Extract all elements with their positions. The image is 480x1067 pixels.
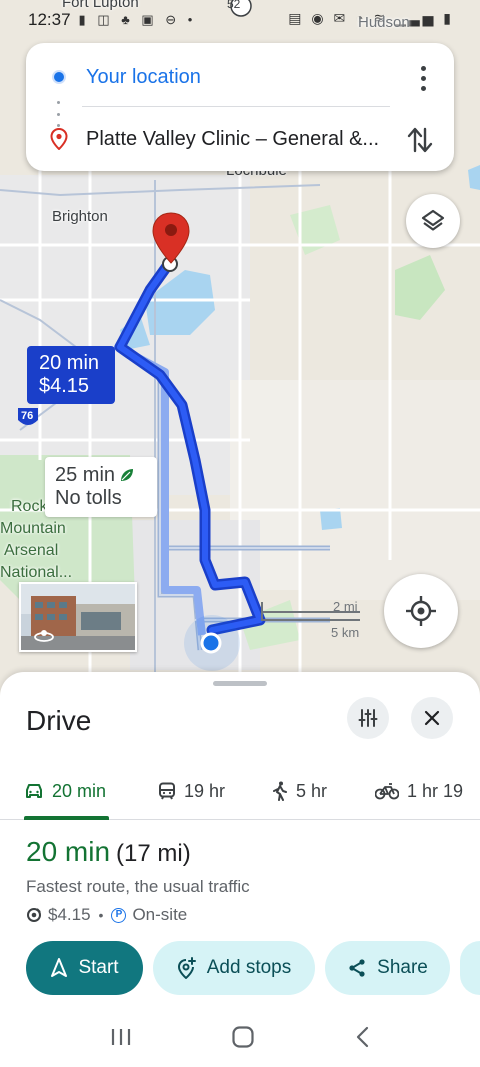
more-dot bbox=[420, 65, 426, 71]
car-icon bbox=[26, 784, 42, 798]
swap-icon[interactable] bbox=[406, 125, 434, 155]
parking-icon: P bbox=[111, 907, 127, 923]
tab-transit-label: 19 hr bbox=[184, 780, 226, 801]
street-view-thumbnail[interactable] bbox=[19, 582, 137, 652]
primary-route-callout[interactable]: 20 min $4.15 bbox=[27, 346, 115, 404]
primary-route-time: 20 min bbox=[39, 352, 100, 374]
status-time: 12:37 bbox=[28, 10, 71, 29]
map-label-brighton: Brighton bbox=[52, 208, 108, 225]
map-label-highway-52: 52 bbox=[227, 0, 241, 11]
primary-route-cost: $4.15 bbox=[39, 375, 90, 397]
share-label: Share bbox=[377, 957, 428, 978]
destination-row[interactable]: Platte Valley Clinic – General &... bbox=[26, 119, 454, 159]
sliders-icon bbox=[358, 709, 378, 727]
alternate-route-time: 25 min bbox=[55, 464, 116, 486]
more-options-button[interactable] bbox=[410, 63, 436, 93]
alternate-route-note: No tolls bbox=[55, 487, 122, 509]
destination-marker-icon bbox=[50, 128, 68, 150]
route-distance: (17 mi) bbox=[116, 840, 191, 867]
alternate-route-callout[interactable]: 25 min No tolls bbox=[45, 457, 157, 517]
start-label: Start bbox=[78, 957, 119, 978]
map-label-fort-lupton: Fort Lupton bbox=[62, 0, 139, 11]
active-tab-indicator bbox=[24, 816, 109, 820]
layers-button[interactable] bbox=[406, 194, 460, 248]
walk-icon bbox=[273, 781, 287, 801]
route-summary[interactable]: 20 min (17 mi) bbox=[26, 836, 191, 868]
map-label-hudson: Hudson bbox=[358, 14, 410, 31]
share-icon bbox=[349, 959, 365, 977]
map-label-highway-76: 76 bbox=[21, 410, 34, 422]
destination-pin-icon[interactable] bbox=[152, 212, 190, 264]
sheet-drag-handle[interactable] bbox=[213, 681, 267, 686]
more-actions-button[interactable] bbox=[460, 941, 480, 995]
more-dot bbox=[420, 75, 426, 81]
add-location-icon bbox=[177, 957, 196, 979]
layers-icon bbox=[421, 209, 445, 231]
tab-walk-label: 5 hr bbox=[296, 780, 328, 801]
add-stops-button[interactable]: Add stops bbox=[153, 941, 315, 995]
route-meta: $4.15 • P On-site bbox=[26, 905, 187, 925]
add-stops-label: Add stops bbox=[206, 957, 292, 978]
destination-field[interactable]: Platte Valley Clinic – General &... bbox=[86, 128, 396, 151]
toll-icon bbox=[27, 908, 41, 922]
tab-transit[interactable]: 19 hr bbox=[158, 762, 225, 820]
crosshair-icon bbox=[406, 596, 436, 626]
back-icon[interactable] bbox=[354, 1026, 370, 1048]
search-divider bbox=[82, 106, 390, 107]
scale-miles: 2 mi bbox=[333, 599, 358, 614]
notification-icons: ▮ ◫ ♣ ▣ ⊖ • bbox=[78, 12, 197, 27]
close-icon bbox=[424, 710, 440, 726]
sheet-title: Drive bbox=[26, 705, 92, 736]
my-location-button[interactable] bbox=[384, 574, 458, 648]
more-dot bbox=[420, 85, 426, 91]
directions-search-card: Your location Platte Valley Clinic – Gen… bbox=[26, 43, 454, 171]
tab-walk[interactable]: 5 hr bbox=[272, 762, 327, 820]
system-nav-bar bbox=[0, 1007, 480, 1067]
tab-drive[interactable]: 20 min bbox=[24, 762, 106, 820]
bike-icon bbox=[375, 783, 399, 800]
transit-icon bbox=[159, 782, 175, 800]
meta-separator: • bbox=[98, 907, 104, 923]
origin-row[interactable]: Your location bbox=[26, 57, 454, 97]
start-button[interactable]: Start bbox=[26, 941, 143, 995]
tab-bike-label: 1 hr 19 bbox=[407, 780, 464, 801]
parking-info: On-site bbox=[132, 905, 188, 924]
close-button[interactable] bbox=[411, 697, 453, 739]
recent-apps-icon[interactable] bbox=[110, 1027, 132, 1047]
eco-leaf-icon bbox=[121, 469, 134, 481]
travel-mode-tabs: 20 min 19 hr 5 hr 1 hr 19 bbox=[0, 762, 480, 820]
scale-km: 5 km bbox=[331, 625, 360, 640]
origin-field[interactable]: Your location bbox=[86, 66, 201, 89]
navigation-arrow-icon bbox=[51, 958, 68, 977]
toll-cost: $4.15 bbox=[48, 905, 91, 924]
route-options-button[interactable] bbox=[347, 697, 389, 739]
home-icon[interactable] bbox=[231, 1025, 255, 1049]
origin-dot-icon bbox=[52, 70, 66, 84]
share-button[interactable]: Share bbox=[325, 941, 450, 995]
tab-bike[interactable]: 1 hr 19 bbox=[375, 762, 463, 820]
route-description: Fastest route, the usual traffic bbox=[26, 877, 250, 896]
tab-drive-label: 20 min bbox=[52, 780, 107, 801]
street-view-360-icon bbox=[34, 630, 54, 642]
route-duration: 20 min bbox=[26, 836, 111, 867]
